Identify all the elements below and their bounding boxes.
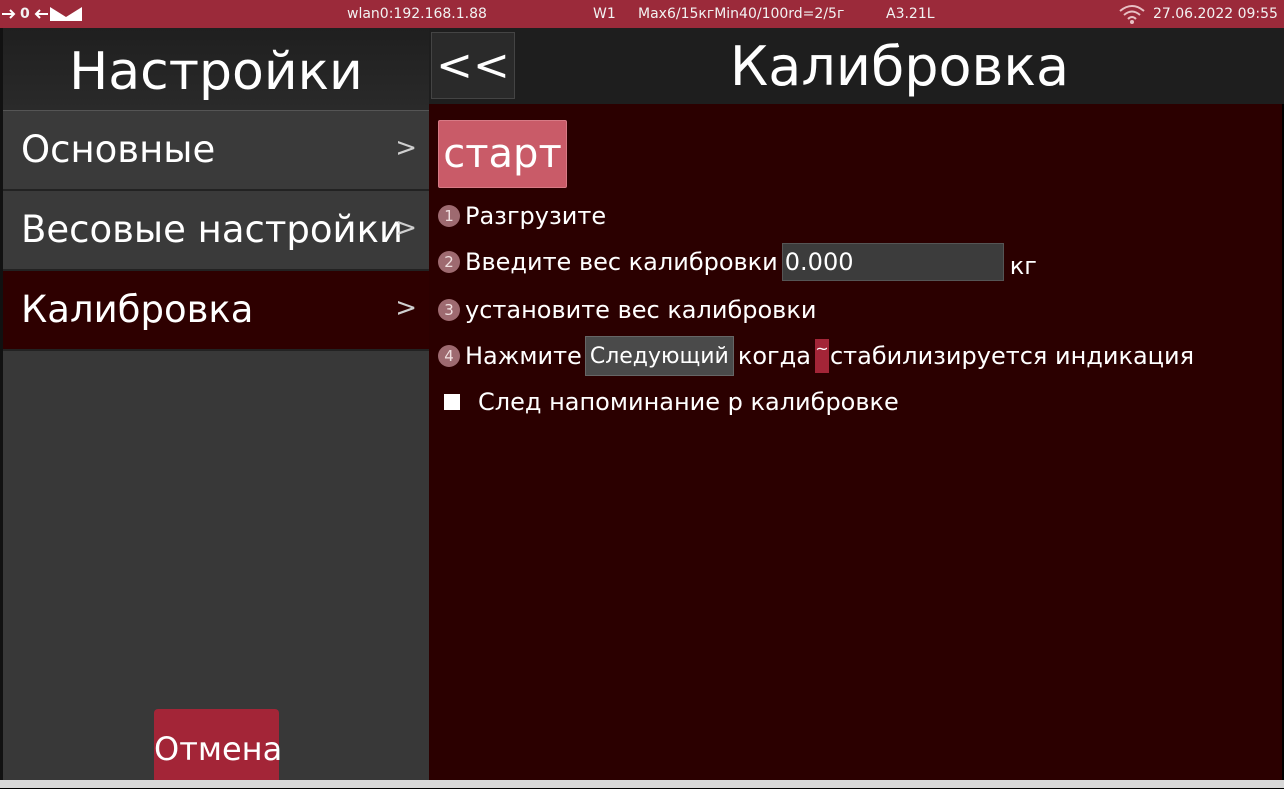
settings-sidebar: Настройки Основные > Весовые настройки >… <box>3 28 429 781</box>
weight-unit: кг <box>1009 252 1037 280</box>
bottom-bar <box>0 780 1284 788</box>
back-button[interactable]: << <box>431 32 515 99</box>
start-button[interactable]: старт <box>438 120 567 188</box>
step-4: 4 Нажмите Следующий когда ~ стабилизируе… <box>438 336 1194 376</box>
step-text: Разгрузите <box>465 202 607 230</box>
step-number: 1 <box>438 205 460 227</box>
reminder-label: След напоминание р калибровке <box>478 388 899 416</box>
step-text: установите вес калибровки <box>465 296 817 324</box>
sidebar-item-label: Калибровка <box>21 288 254 331</box>
step-number: 3 <box>438 299 460 321</box>
envelope-icon <box>49 7 82 21</box>
firmware-version: A3.21L <box>886 6 935 22</box>
sidebar-item-weight-settings[interactable]: Весовые настройки > <box>3 191 429 271</box>
step-3: 3 установите вес калибровки <box>438 290 816 330</box>
scale-range: Max6/15кгMin40/100rd=2/5г <box>638 6 845 22</box>
sidebar-title: Настройки <box>69 42 363 102</box>
scale-mode: W1 <box>593 6 616 22</box>
step-number: 4 <box>438 345 460 367</box>
chevron-right-icon: > <box>395 293 417 323</box>
step-number: 2 <box>438 251 460 273</box>
status-bar: 0 wlan0:192.168.1.88 W1 Max6/15кгMin40/1… <box>0 0 1284 28</box>
wlan-status: wlan0:192.168.1.88 <box>347 6 487 22</box>
calibration-weight-input[interactable] <box>781 243 1004 281</box>
arrow-right-icon <box>2 9 16 19</box>
cancel-button[interactable]: Отмена <box>154 709 282 781</box>
sidebar-item-basic[interactable]: Основные > <box>3 111 429 191</box>
main-header: << Калибровка <box>429 28 1284 104</box>
datetime: 27.06.2022 09:55 <box>1153 6 1278 22</box>
port-value: 0 <box>20 6 30 22</box>
chevron-right-icon: > <box>395 213 417 243</box>
step-text-before: Нажмите <box>465 342 582 370</box>
page-title: Калибровка <box>729 35 1070 98</box>
sidebar-item-label: Основные <box>21 128 216 171</box>
arrow-left-icon <box>34 9 48 19</box>
step-1: 1 Разгрузите <box>438 196 606 236</box>
step-text-middle: когда <box>737 342 811 370</box>
checkbox-box[interactable] <box>444 394 460 410</box>
chevron-right-icon: > <box>395 133 417 163</box>
calibration-panel: старт 1 Разгрузите 2 Введите вес калибро… <box>429 104 1282 780</box>
step-text: Введите вес калибровки <box>465 248 778 276</box>
step-2: 2 Введите вес калибровки кг <box>438 242 1037 282</box>
calibration-reminder-checkbox[interactable]: След напоминание р калибровке <box>444 388 899 416</box>
sidebar-item-calibration[interactable]: Калибровка > <box>3 271 429 351</box>
port-status: 0 <box>2 0 82 28</box>
step-text-after: стабилизируется индикация <box>829 342 1195 370</box>
sidebar-header: Настройки <box>3 28 429 111</box>
next-button[interactable]: Следующий <box>584 336 734 376</box>
sidebar-item-label: Весовые настройки <box>21 208 403 251</box>
stable-indicator-icon: ~ <box>814 339 829 373</box>
